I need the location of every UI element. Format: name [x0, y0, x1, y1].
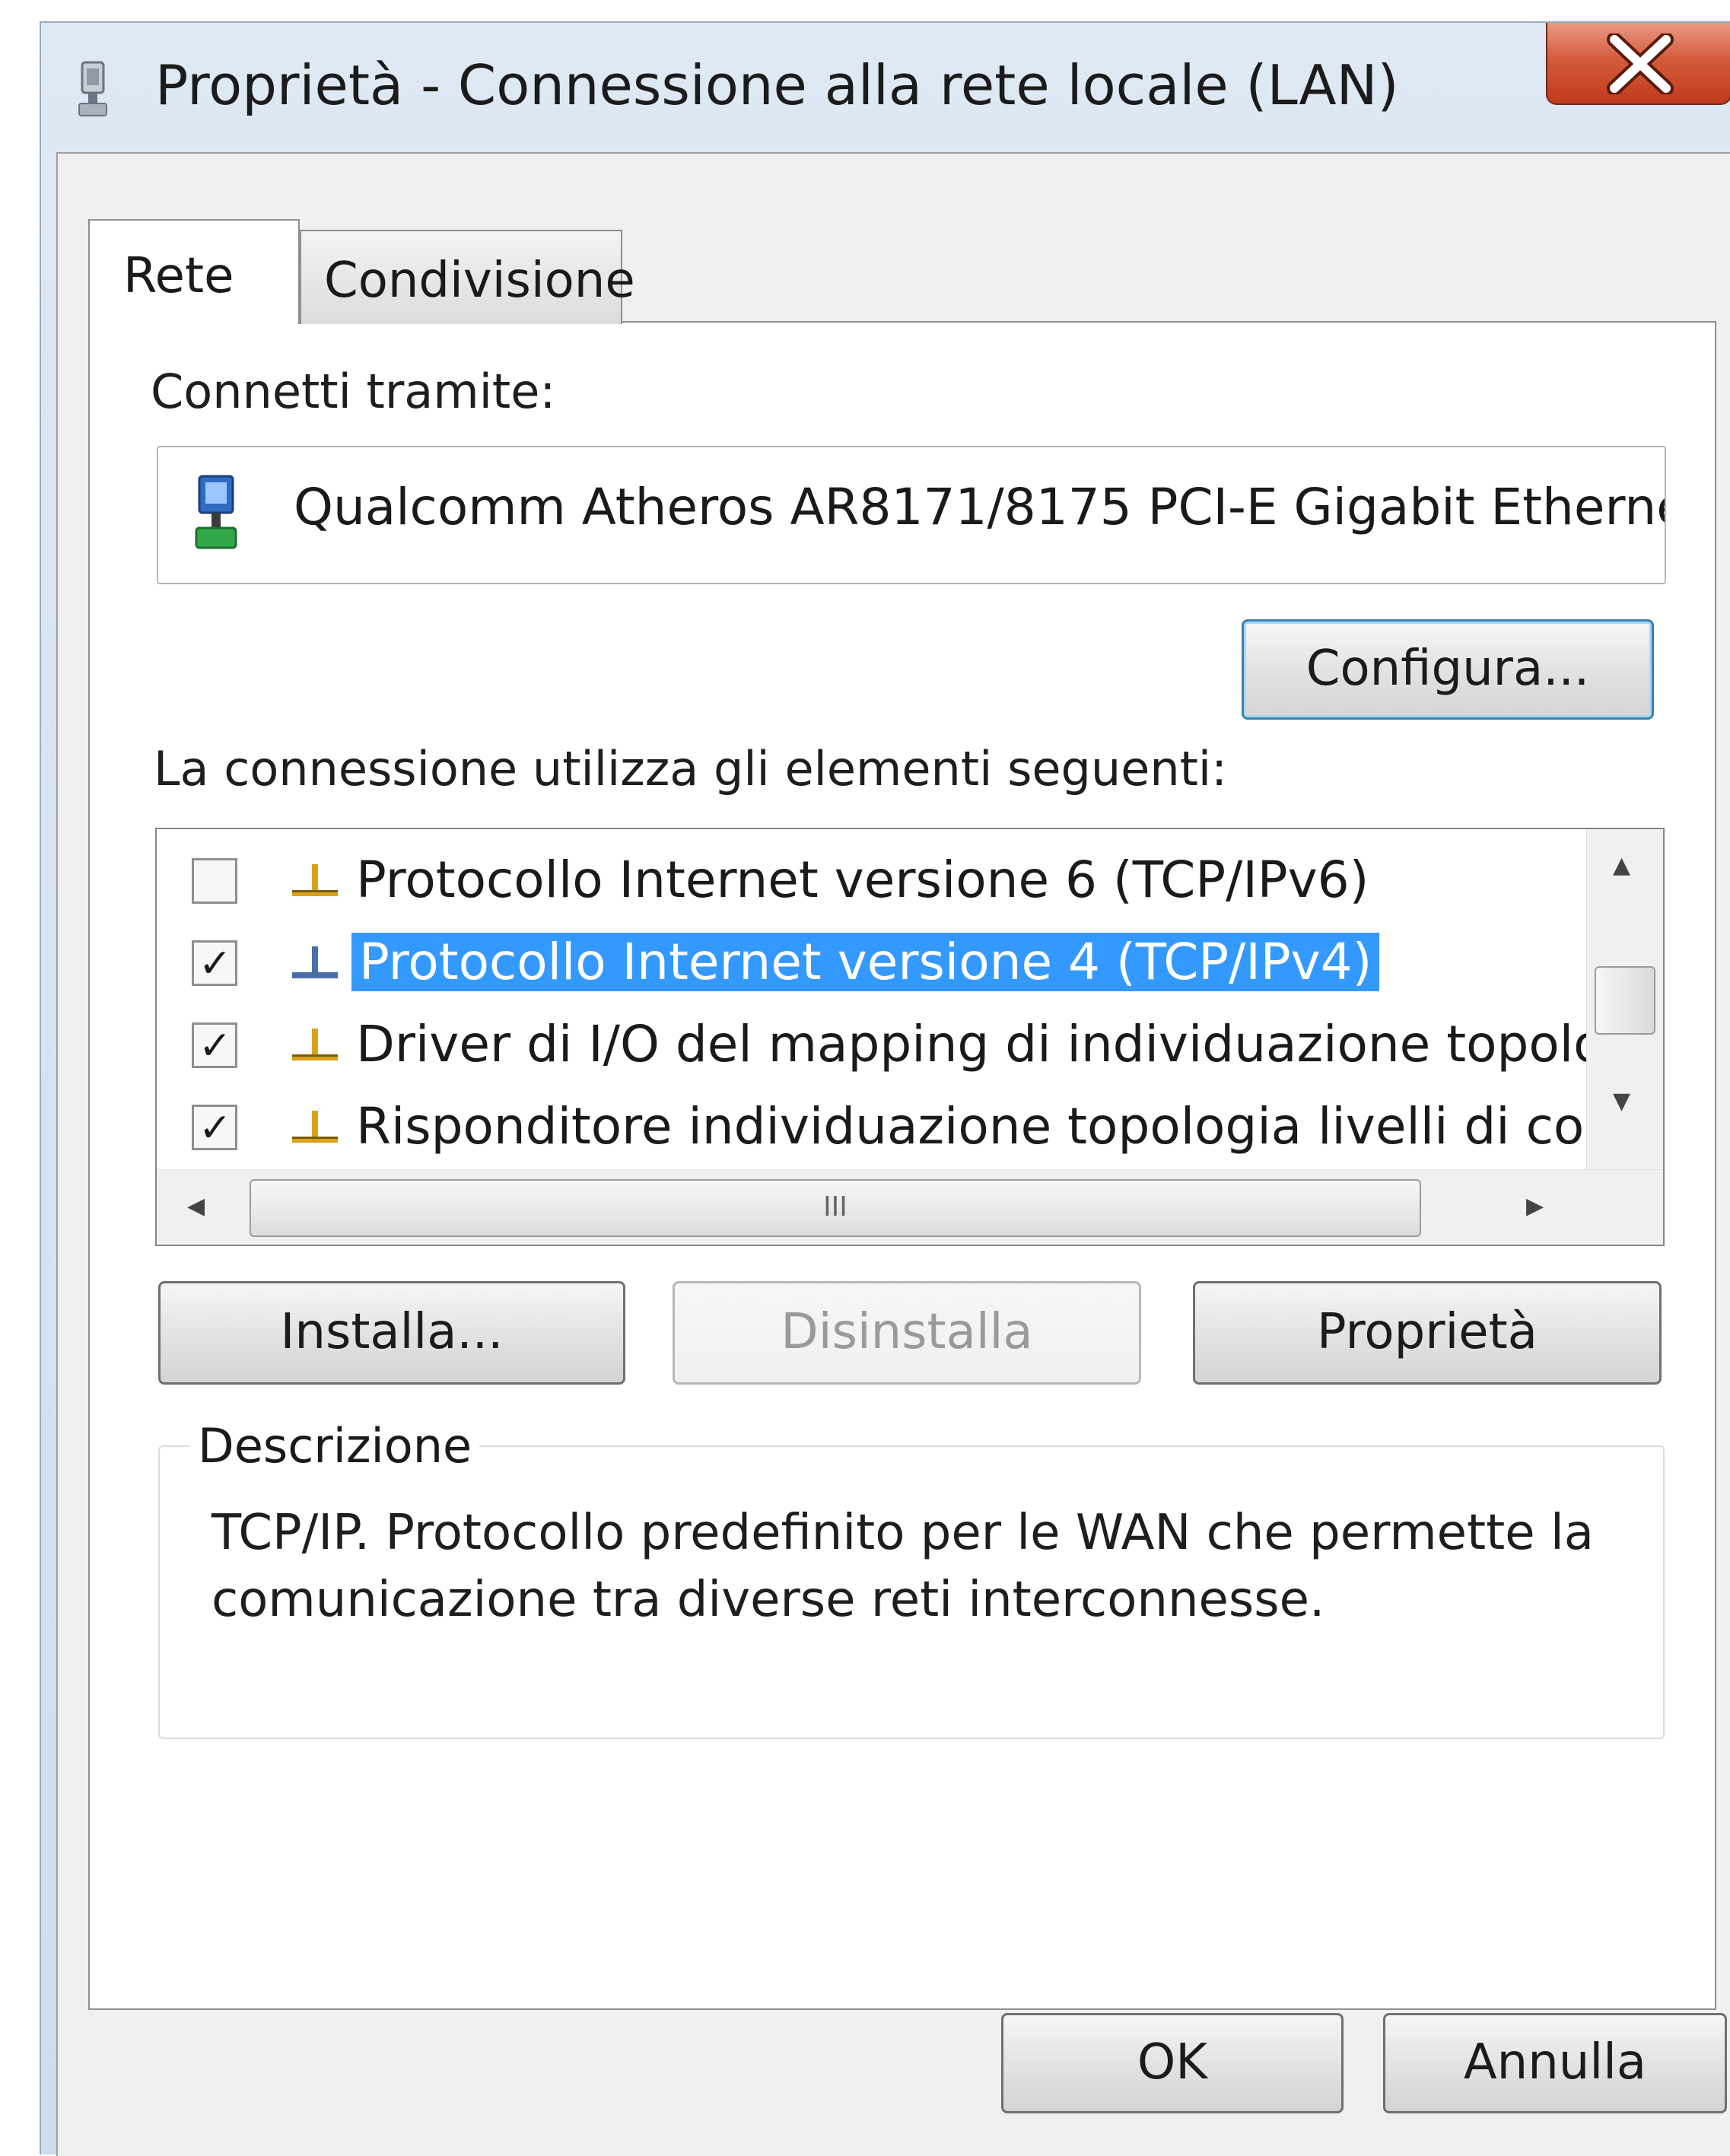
checkbox-ipv4[interactable]: ✓ — [192, 940, 237, 986]
adapter-name: Qualcomm Atheros AR8171/8175 PCI-E Gigab… — [294, 478, 1666, 536]
item-label: Risponditore individuazione topologia li… — [356, 1097, 1588, 1156]
ok-button[interactable]: OK — [1001, 2013, 1344, 2113]
items-label: La connessione utilizza gli elementi seg… — [154, 741, 1228, 797]
title-bar[interactable]: Proprietà - Connessione alla rete locale… — [41, 23, 1730, 145]
network-adapter-icon — [195, 475, 237, 549]
item-label: Protocollo Internet versione 6 (TCP/IPv6… — [356, 851, 1369, 909]
list-item[interactable]: Protocollo Internet versione 6 (TCP/IPv6… — [157, 840, 1588, 922]
checkbox-lltd-responder[interactable]: ✓ — [192, 1105, 237, 1150]
description-text-line2: comunicazione tra diverse reti interconn… — [211, 1572, 1325, 1628]
vertical-scroll-thumb[interactable] — [1595, 966, 1655, 1035]
list-item[interactable]: ✓ Risponditore individuazione topologia … — [157, 1086, 1588, 1162]
scroll-down-icon[interactable]: ▼ — [1613, 1088, 1630, 1115]
protocol-icon — [292, 1111, 338, 1143]
item-label: Driver di I/O del mapping di individuazi… — [356, 1015, 1665, 1073]
description-title: Descrizione — [190, 1418, 480, 1474]
scroll-right-icon[interactable]: ▶ — [1526, 1193, 1544, 1220]
horizontal-scrollbar[interactable]: ◀ III ▶ — [157, 1169, 1663, 1245]
cancel-button[interactable]: Annulla — [1383, 2013, 1727, 2113]
adapter-field: Qualcomm Atheros AR8171/8175 PCI-E Gigab… — [157, 446, 1666, 584]
protocol-icon — [292, 864, 338, 896]
horizontal-scroll-thumb[interactable]: III — [250, 1179, 1421, 1237]
connect-via-label: Connetti tramite: — [151, 364, 556, 419]
list-item[interactable]: ✓ Driver di I/O del mapping di individua… — [157, 1004, 1663, 1086]
window-title: Proprietà - Connessione alla rete locale… — [155, 53, 1399, 117]
close-button[interactable] — [1546, 23, 1730, 105]
list-item-selected[interactable]: ✓ Protocollo Internet versione 4 (TCP/IP… — [157, 922, 1588, 1004]
item-label: Protocollo Internet versione 4 (TCP/IPv4… — [351, 933, 1380, 991]
scroll-up-icon[interactable]: ▲ — [1613, 852, 1630, 879]
scroll-left-icon[interactable]: ◀ — [187, 1193, 205, 1220]
network-adapter-icon — [78, 61, 107, 116]
configure-button[interactable]: Configura... — [1242, 619, 1654, 720]
install-button[interactable]: Installa... — [158, 1281, 625, 1385]
protocol-icon — [292, 1029, 338, 1061]
properties-button[interactable]: Proprietà — [1193, 1281, 1662, 1385]
checkbox-ipv6[interactable] — [192, 858, 237, 904]
vertical-scrollbar[interactable]: ▲ ▼ — [1586, 829, 1663, 1173]
uninstall-button[interactable]: Disinstalla — [673, 1281, 1141, 1385]
checkbox-lltd-mapper[interactable]: ✓ — [192, 1022, 237, 1068]
protocol-icon — [292, 946, 338, 978]
close-icon — [1607, 33, 1674, 94]
tab-rete[interactable]: Rete — [88, 219, 300, 324]
description-text-line1: TCP/IP. Protocollo predefinito per le WA… — [211, 1505, 1594, 1561]
components-list[interactable]: Protocollo Internet versione 6 (TCP/IPv6… — [155, 828, 1665, 1246]
tab-condivisione[interactable]: Condivisione — [300, 230, 635, 324]
